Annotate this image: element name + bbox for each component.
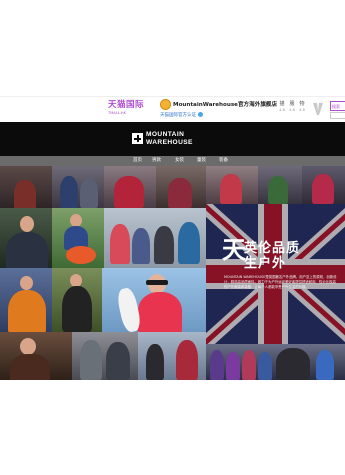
brand-line1: MOUNTAIN	[146, 131, 185, 138]
brand-wordmark[interactable]: MOUNTAIN WAREHOUSE	[146, 131, 193, 146]
photo-tile	[0, 166, 52, 208]
photo-tile	[206, 166, 258, 204]
tmall-global-logo[interactable]: 天猫国际 TMALL.HK	[108, 100, 146, 122]
brand-cross-logo-icon	[132, 133, 143, 144]
nav-item-men[interactable]: 男款	[152, 157, 161, 163]
rating-service: 服 4.8	[287, 101, 297, 113]
search-input[interactable]: 搜索	[330, 101, 345, 111]
photo-tile	[0, 332, 72, 380]
nav-item-women[interactable]: 女装	[175, 157, 184, 163]
slogan-line-2: 生户外	[244, 256, 287, 271]
rating-description: 描 4.8	[277, 101, 287, 113]
verified-badge-icon	[198, 112, 203, 117]
photo-tile	[0, 208, 52, 268]
rating-value: 4.8	[289, 108, 295, 112]
store-nav: 首页 男款 女装 童装 装备	[0, 156, 345, 166]
nav-item-gear[interactable]: 装备	[219, 157, 228, 163]
photo-tile	[104, 208, 206, 268]
brand-intro-text: MOUNTAIN WAREHOUSE是英国著名户外品牌，用户至上的原则，创新设计…	[224, 275, 337, 290]
photo-tile	[302, 166, 345, 204]
brand-watermark-icon	[313, 103, 323, 115]
shop-certification[interactable]: 天猫国际官方认证	[160, 112, 203, 118]
photo-tile	[104, 166, 156, 208]
union-flag-graphic	[206, 204, 345, 344]
slogan-big-char: 天	[222, 236, 246, 264]
brand-line2: WAREHOUSE	[146, 138, 193, 146]
rating-value: 4.8	[279, 108, 285, 112]
photo-tile	[258, 166, 302, 204]
photo-tile	[52, 268, 102, 332]
shop-cert-label: 天猫国际官方认证	[160, 113, 196, 118]
nav-item-home[interactable]: 首页	[133, 157, 142, 163]
shop-name[interactable]: MountainWarehouse官方海外旗舰店	[173, 100, 277, 108]
photo-tile	[102, 268, 206, 332]
rating-label: 描	[279, 101, 285, 107]
photo-tile	[52, 166, 104, 208]
tmall-logo-en: TMALL.HK	[108, 111, 126, 115]
rating-label: 物	[299, 101, 305, 107]
photo-tile	[52, 208, 104, 268]
photo-tile	[156, 166, 206, 208]
search-input-secondary[interactable]	[330, 112, 345, 119]
shop-avatar-icon[interactable]	[160, 99, 171, 110]
photo-tile	[0, 268, 52, 332]
tmall-store-page: 天猫国际 TMALL.HK MountainWarehouse官方海外旗舰店 天…	[0, 0, 345, 475]
store-header: 天猫国际 TMALL.HK MountainWarehouse官方海外旗舰店 天…	[0, 96, 345, 122]
photo-tile	[138, 332, 206, 380]
rating-logistics: 物 4.8	[297, 101, 307, 113]
rating-value: 4.8	[299, 108, 305, 112]
photo-tile	[206, 344, 345, 380]
nav-item-kids[interactable]: 童装	[197, 157, 206, 163]
brand-banner: MOUNTAIN WAREHOUSE	[0, 122, 345, 156]
tmall-logo-cn: 天猫国际	[108, 100, 145, 110]
rating-label: 服	[289, 101, 295, 107]
hero-banner[interactable]: 天 英伦品质 生户外 MOUNTAIN WAREHOUSE是英国著名户外品牌，用…	[0, 166, 345, 380]
photo-tile	[72, 332, 138, 380]
